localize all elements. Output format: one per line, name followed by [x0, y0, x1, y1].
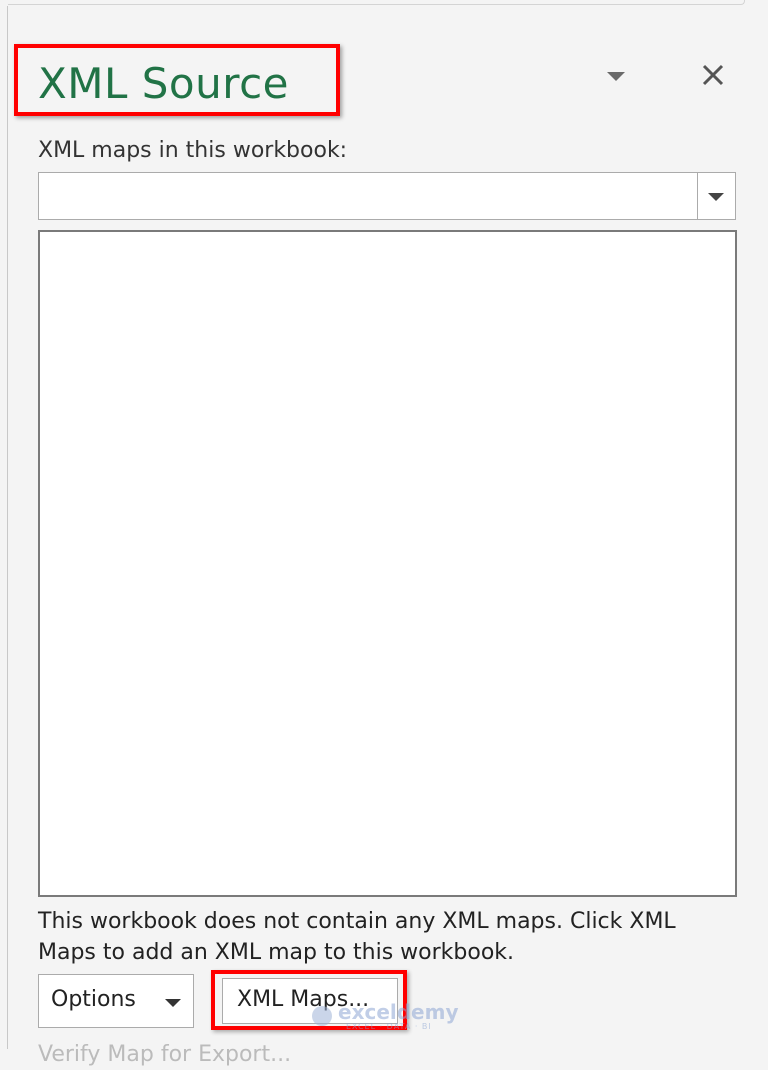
verify-map-link[interactable]: Verify Map for Export...	[38, 1040, 291, 1070]
options-button-label: Options	[51, 987, 136, 1012]
close-button[interactable]	[696, 58, 732, 94]
xml-tree-view[interactable]	[38, 230, 737, 897]
title-highlight-box	[14, 44, 340, 116]
chevron-down-icon	[708, 193, 724, 201]
xml-maps-label: XML maps in this workbook:	[38, 138, 348, 163]
chevron-down-icon	[607, 72, 625, 81]
pane-border	[7, 6, 8, 1049]
watermark-tagline: EXCEL · DATA · BI	[346, 1022, 432, 1031]
dropdown-arrow-button[interactable]	[697, 173, 735, 219]
xml-maps-dropdown[interactable]	[38, 172, 736, 220]
chevron-down-icon	[165, 999, 181, 1007]
options-button[interactable]: Options	[38, 974, 194, 1028]
pane-options-button[interactable]	[600, 62, 630, 92]
no-maps-message: This workbook does not contain any XML m…	[38, 909, 676, 965]
watermark-icon	[312, 1006, 332, 1026]
top-strip	[8, 0, 745, 5]
close-icon	[702, 64, 724, 86]
watermark-logo: exceldemy EXCEL · DATA · BI	[312, 1000, 462, 1032]
watermark-name: exceldemy	[338, 1000, 459, 1024]
